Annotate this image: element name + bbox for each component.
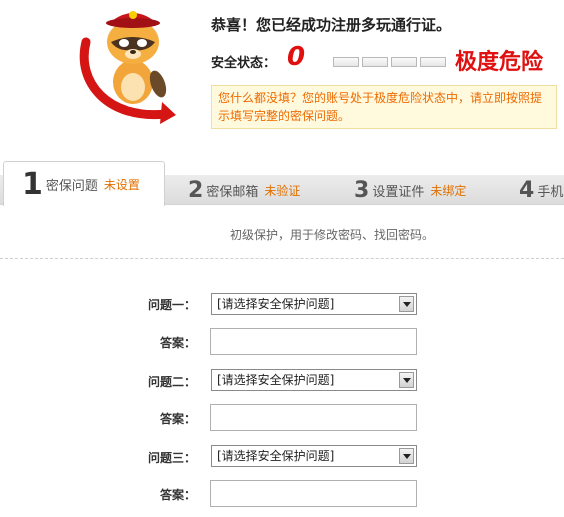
security-level-text: 极度危险 (455, 50, 544, 75)
answer1-label: 答案： (159, 336, 196, 350)
tab-id-document[interactable]: 3 设置证件 未绑定 (354, 175, 466, 205)
step-tabs: 1 密保问题 未设置 2 密保邮箱 未验证 3 设置证件 未绑定 4 手机 (0, 157, 564, 206)
answer3-input[interactable] (210, 480, 417, 507)
step-number: 4 (519, 177, 535, 203)
chevron-down-icon[interactable] (399, 372, 414, 388)
select-value: [请选择安全保护问题] (217, 449, 335, 463)
warning-box: 您什么都没填？您的账号处于极度危险状态中，请立即按照提示填写完整的密保问题。 (211, 85, 557, 129)
tab-label: 密保问题 (45, 178, 98, 194)
step-number: 1 (22, 166, 43, 202)
step-number: 2 (188, 177, 204, 203)
tab-label: 手机 (537, 184, 564, 200)
question2-label: 问题二： (147, 375, 196, 389)
security-status-label: 安全状态： (211, 56, 277, 71)
answer1-input[interactable] (210, 328, 417, 355)
tab-status: 未绑定 (430, 183, 467, 198)
chevron-down-icon[interactable] (399, 448, 414, 464)
warning-text: 您什么都没填？您的账号处于极度危险状态中，请立即按照提示填写完整的密保问题。 (218, 91, 543, 123)
meter-segment (362, 57, 388, 67)
tab-security-email[interactable]: 2 密保邮箱 未验证 (188, 175, 300, 205)
protection-intro: 初级保护，用于修改密码、找回密码。 (229, 228, 434, 242)
meter-segment (333, 57, 359, 67)
select-value: [请选择安全保护问题] (217, 297, 335, 311)
tab-status: 未验证 (264, 183, 301, 198)
tab-security-question[interactable]: 1 密保问题 未设置 (3, 161, 165, 206)
tab-label: 密保邮箱 (206, 184, 259, 200)
answer2-label: 答案： (159, 412, 196, 426)
raccoon-mascot-image (79, 11, 176, 124)
meter-segment (391, 57, 417, 67)
select-value: [请选择安全保护问题] (217, 373, 335, 387)
congrats-message: 恭喜！您已经成功注册多玩通行证。 (211, 16, 452, 34)
tab-status: 未设置 (103, 177, 140, 192)
chevron-down-icon[interactable] (399, 296, 414, 312)
tab-label: 设置证件 (372, 184, 425, 200)
question3-label: 问题三： (147, 451, 196, 465)
answer2-input[interactable] (210, 404, 417, 431)
security-score: 0 (287, 42, 306, 72)
security-meter (333, 57, 446, 67)
answer3-label: 答案： (159, 488, 196, 502)
question1-label: 问题一： (147, 298, 196, 312)
tab-mobile[interactable]: 4 手机 (519, 175, 563, 205)
question3-select[interactable]: [请选择安全保护问题] (211, 445, 417, 467)
meter-segment (420, 57, 446, 67)
step-number: 3 (354, 177, 370, 203)
dashed-divider (0, 258, 564, 259)
question2-select[interactable]: [请选择安全保护问题] (211, 369, 417, 391)
question1-select[interactable]: [请选择安全保护问题] (211, 293, 417, 315)
